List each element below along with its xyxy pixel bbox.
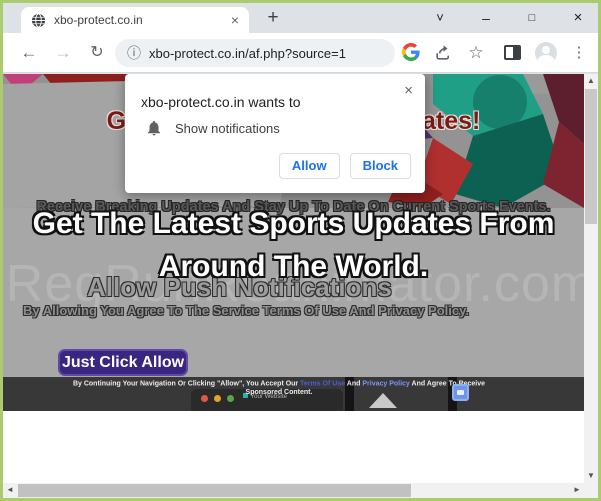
horizontal-scrollbar[interactable]: ◄ ► (3, 483, 584, 498)
side-panel-icon[interactable] (504, 43, 524, 63)
footer-text-mid: And (345, 380, 362, 388)
permission-row: Show notifications (145, 119, 280, 137)
scroll-right-arrow-icon[interactable]: ► (570, 483, 584, 497)
allow-button[interactable]: Allow (279, 153, 340, 179)
bell-icon (145, 119, 163, 137)
vertical-scrollbar[interactable]: ▲ ▼ (584, 74, 598, 483)
terms-of-use-link[interactable]: Terms Of Use (300, 380, 345, 388)
share-arrow-icon (434, 43, 453, 62)
back-button[interactable]: ← (15, 33, 43, 73)
site-info-icon[interactable]: ⓘ (127, 43, 141, 63)
google-icon[interactable] (401, 43, 421, 63)
side-panel-frame (504, 45, 521, 60)
browser-window: xbo-protect.co.in × + ˅ – □ × ← → ↻ ⓘ xb… (0, 0, 601, 501)
share-icon[interactable] (433, 43, 453, 63)
permission-label: Show notifications (175, 121, 280, 136)
omnibox[interactable]: ⓘ xbo-protect.co.in/af.php?source=1 (115, 39, 395, 67)
tab-close-icon[interactable]: × (229, 12, 241, 28)
dialog-title: xbo-protect.co.in wants to (141, 94, 301, 110)
notification-permission-dialog: × xbo-protect.co.in wants to Show notifi… (125, 74, 425, 193)
scroll-down-arrow-icon[interactable]: ▼ (584, 469, 598, 483)
main-heading-line2: Around The World. (3, 245, 584, 288)
bookmark-star-icon[interactable]: ☆ (466, 43, 486, 63)
horizontal-scroll-thumb[interactable] (18, 484, 411, 497)
agree-terms-line: By Allowing You Agree To The Service Ter… (23, 303, 469, 318)
navbar: ← → ↻ ⓘ xbo-protect.co.in/af.php?source=… (3, 33, 598, 73)
dialog-close-icon[interactable]: × (404, 82, 413, 99)
main-heading-line1: Get The Latest Sports Updates From (3, 202, 584, 245)
chat-widget-button[interactable] (452, 384, 469, 401)
footer-bar: Your Website By Continuing Your Navigati… (3, 377, 584, 411)
forward-button[interactable]: → (49, 33, 77, 73)
main-heading: Get The Latest Sports Updates From Aroun… (3, 202, 584, 288)
new-tab-button[interactable]: + (261, 6, 285, 30)
minimize-button[interactable]: – (471, 3, 501, 33)
avatar-body-shape (538, 55, 554, 64)
profile-avatar[interactable] (535, 42, 557, 64)
footer-text-post: And Agree To Receive (409, 380, 484, 388)
titlebar: xbo-protect.co.in × + ˅ – □ × (3, 3, 598, 33)
block-button[interactable]: Block (350, 153, 411, 179)
just-click-allow-button[interactable]: Just Click Allow (58, 349, 188, 376)
avatar-head-shape (542, 46, 550, 54)
globe-favicon-icon (31, 13, 46, 28)
maximize-button[interactable]: □ (517, 3, 547, 33)
scroll-up-arrow-icon[interactable]: ▲ (584, 74, 598, 88)
url-text: xbo-protect.co.in/af.php?source=1 (149, 46, 346, 61)
page-content: Get The Latest Sports Updates! RegRunRea… (3, 74, 598, 498)
browser-tab[interactable]: xbo-protect.co.in × (21, 7, 249, 33)
vertical-scroll-thumb[interactable] (585, 89, 597, 224)
privacy-policy-link[interactable]: Privacy Policy (362, 380, 409, 388)
tab-search-chevron-icon[interactable]: ˅ (425, 3, 455, 33)
chat-glyph-icon (457, 390, 464, 395)
tab-title: xbo-protect.co.in (54, 13, 229, 27)
footer-text-line2: Sponsored Content. (245, 388, 312, 396)
google-g-logo-icon (402, 43, 420, 61)
scrollbar-corner (584, 483, 598, 498)
scroll-left-arrow-icon[interactable]: ◄ (3, 483, 17, 497)
dialog-buttons: Allow Block (279, 153, 411, 179)
side-panel-fill (513, 47, 519, 58)
window-close-button[interactable]: × (563, 3, 593, 33)
footer-text-pre: By Continuing Your Navigation Or Clickin… (72, 380, 299, 388)
browser-menu-icon[interactable]: ⋮ (569, 43, 589, 63)
reload-button[interactable]: ↻ (83, 33, 111, 73)
